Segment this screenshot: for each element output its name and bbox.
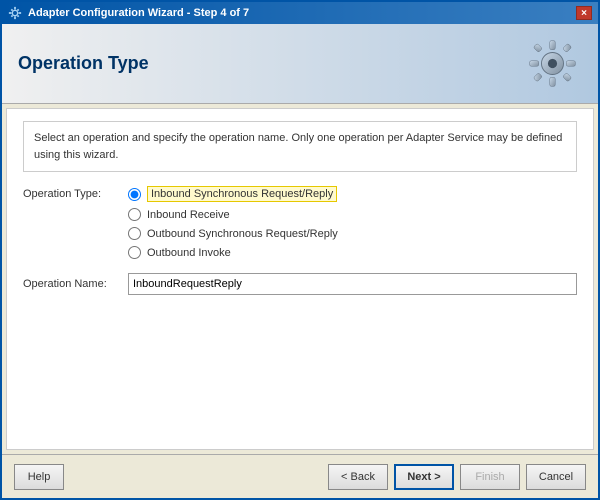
next-button[interactable]: Next >	[394, 464, 454, 490]
footer: Help < Back Next > Finish Cancel	[2, 454, 598, 498]
finish-button[interactable]: Finish	[460, 464, 520, 490]
radio-label-outbound-sync: Outbound Synchronous Request/Reply	[147, 228, 338, 240]
radio-inbound-sync[interactable]	[128, 188, 141, 201]
cancel-button[interactable]: Cancel	[526, 464, 586, 490]
footer-left: Help	[14, 464, 64, 490]
operation-name-input[interactable]	[128, 273, 577, 295]
back-button[interactable]: < Back	[328, 464, 388, 490]
radio-item-inbound-receive[interactable]: Inbound Receive	[128, 208, 338, 221]
radio-item-inbound-sync[interactable]: Inbound Synchronous Request/Reply	[128, 186, 338, 202]
radio-label-outbound-invoke: Outbound Invoke	[147, 247, 231, 259]
title-bar-title: Adapter Configuration Wizard - Step 4 of…	[28, 7, 249, 19]
page-title: Operation Type	[18, 53, 149, 74]
radio-inbound-receive[interactable]	[128, 208, 141, 221]
radio-item-outbound-invoke[interactable]: Outbound Invoke	[128, 246, 338, 259]
radio-outbound-sync[interactable]	[128, 227, 141, 240]
close-button[interactable]: ×	[576, 6, 592, 20]
radio-item-outbound-sync[interactable]: Outbound Synchronous Request/Reply	[128, 227, 338, 240]
operation-name-label: Operation Name:	[23, 278, 128, 290]
title-bar: Adapter Configuration Wizard - Step 4 of…	[2, 2, 598, 24]
operation-type-row: Operation Type: Inbound Synchronous Requ…	[23, 186, 577, 259]
radio-label-inbound-receive: Inbound Receive	[147, 209, 230, 221]
footer-right: < Back Next > Finish Cancel	[328, 464, 586, 490]
operation-name-row: Operation Name:	[23, 273, 577, 295]
radio-group: Inbound Synchronous Request/Reply Inboun…	[128, 186, 338, 259]
description-box: Select an operation and specify the oper…	[23, 121, 577, 172]
help-button[interactable]: Help	[14, 464, 64, 490]
header-icon	[522, 34, 582, 94]
description-text: Select an operation and specify the oper…	[34, 132, 562, 161]
header-section: Operation Type	[2, 24, 598, 104]
operation-type-label: Operation Type:	[23, 186, 128, 200]
gear-icon	[525, 36, 580, 91]
content-area: Select an operation and specify the oper…	[6, 108, 594, 450]
radio-label-inbound-sync: Inbound Synchronous Request/Reply	[147, 186, 337, 202]
title-gear-icon	[8, 6, 22, 20]
wizard-window: Adapter Configuration Wizard - Step 4 of…	[0, 0, 600, 500]
radio-outbound-invoke[interactable]	[128, 246, 141, 259]
